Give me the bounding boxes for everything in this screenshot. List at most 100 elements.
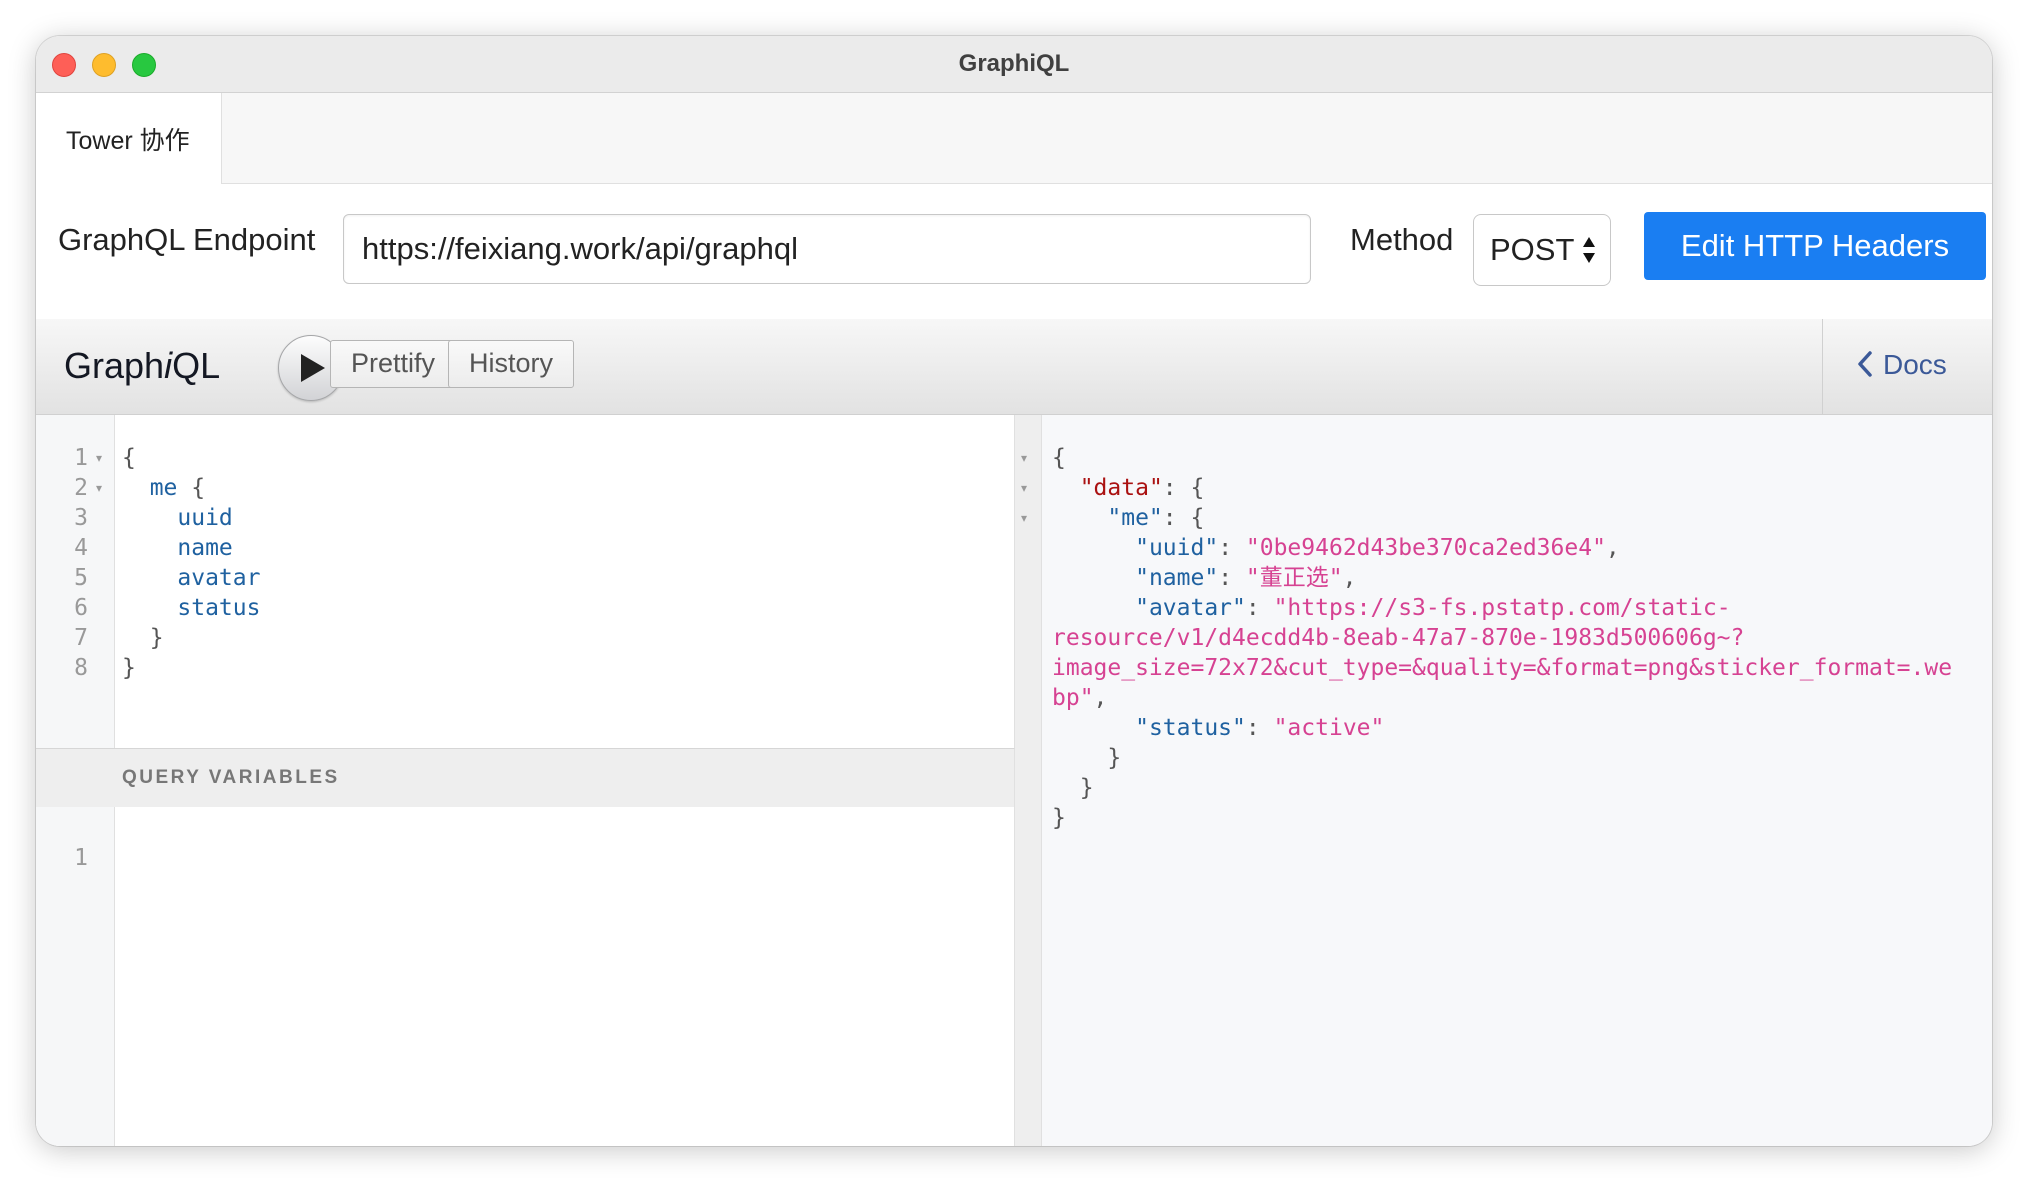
code-token: "status" <box>1135 715 1246 741</box>
code-token: , <box>1605 535 1620 561</box>
chevron-left-icon <box>1858 351 1872 377</box>
method-select[interactable]: POST <box>1473 214 1611 286</box>
code-token: "data" <box>1079 475 1163 501</box>
result-viewer: { "data": { "me": { "uuid": "0be9462d43b… <box>1042 415 1992 1146</box>
window-title: GraphiQL <box>958 50 1070 77</box>
code-token: : <box>1218 535 1246 561</box>
code-token: "me" <box>1107 505 1163 531</box>
code-token: bp" <box>1052 685 1094 711</box>
method-label: Method <box>1350 222 1454 257</box>
code-token: } <box>122 625 164 651</box>
code-token: : <box>1245 715 1274 741</box>
code-token: } <box>1052 775 1094 801</box>
code-token: : { <box>1162 505 1205 531</box>
line-number: 4 <box>74 535 88 561</box>
code-token: avatar <box>177 565 261 591</box>
query-editor-gutter: 1 2 3 4 5 6 7 8 ▾ ▾ <box>36 415 115 748</box>
method-value: POST <box>1490 232 1575 267</box>
code-token: } <box>1052 805 1066 831</box>
result-line: } <box>1052 743 1121 773</box>
code-token: "0be9462d43be370ca2ed36e4" <box>1245 535 1606 561</box>
fold-arrow-icon[interactable]: ▾ <box>96 473 102 503</box>
edit-http-headers-button[interactable]: Edit HTTP Headers <box>1644 212 1986 280</box>
code-token: "name" <box>1135 565 1219 591</box>
code-token: } <box>1052 745 1122 771</box>
code-token: me <box>149 475 178 501</box>
result-line: "avatar": "https://s3-fs.pstatp.com/stat… <box>1052 593 1730 623</box>
graphiql-logo: GraphiQL <box>64 345 220 387</box>
endpoint-url-input[interactable]: https://feixiang.work/api/graphql <box>343 214 1311 284</box>
prettify-button[interactable]: Prettify <box>330 340 457 388</box>
play-icon <box>301 354 325 382</box>
result-gutter: ▾ ▾ ▾ <box>1015 415 1042 1146</box>
title-bar: GraphiQL <box>36 36 1992 93</box>
code-line: avatar <box>122 563 260 593</box>
tab-tower[interactable]: Tower 协作 <box>36 93 222 184</box>
code-line: name <box>122 533 233 563</box>
history-button[interactable]: History <box>448 340 575 388</box>
result-line: "status": "active" <box>1052 713 1384 743</box>
code-token: "active" <box>1273 715 1385 741</box>
logo-text-italic: i <box>164 345 173 386</box>
graphiql-toolbar: GraphiQL Prettify History <box>36 319 1822 415</box>
select-arrows-icon <box>1583 237 1595 263</box>
code-token: } <box>122 655 136 681</box>
query-editor[interactable]: 1 2 3 4 5 6 7 8 ▾ ▾ { me { uuid name avatar statu… <box>36 415 1015 748</box>
code-token: name <box>177 535 233 561</box>
code-token: , <box>1342 565 1357 591</box>
line-number: 6 <box>74 595 88 621</box>
line-number: 1 <box>74 445 88 471</box>
code-token: : <box>1218 565 1246 591</box>
code-token: { <box>122 445 136 471</box>
code-line: me { <box>122 473 205 503</box>
code-token: { <box>1052 445 1066 471</box>
code-token: , <box>1093 685 1108 711</box>
result-line: resource/v1/d4ecdd4b-8eab-47a7-870e-1983… <box>1052 623 1744 653</box>
result-line: image_size=72x72&cut_type=&quality=&form… <box>1052 653 1952 683</box>
endpoint-row: GraphQL Endpoint https://feixiang.work/a… <box>36 184 1992 316</box>
code-line: } <box>122 653 136 683</box>
result-line: "data": { <box>1052 473 1205 503</box>
fold-arrow-icon[interactable]: ▾ <box>1021 443 1027 473</box>
code-line: { <box>122 443 136 473</box>
endpoint-label: GraphQL Endpoint <box>58 222 316 257</box>
code-token: uuid <box>177 505 233 531</box>
docs-toggle-area: Docs <box>1822 319 1992 415</box>
line-number: 8 <box>74 655 88 681</box>
result-line: bp", <box>1052 683 1107 713</box>
code-token: image_size=72x72&cut_type=&quality=&form… <box>1052 655 1953 681</box>
fold-arrow-icon[interactable]: ▾ <box>96 443 102 473</box>
fold-arrow-icon[interactable]: ▾ <box>1021 473 1027 503</box>
line-number: 7 <box>74 625 88 651</box>
line-number: 3 <box>74 505 88 531</box>
code-token: : { <box>1162 475 1205 501</box>
result-line: { <box>1052 443 1066 473</box>
code-token: status <box>177 595 261 621</box>
code-token: "董正选" <box>1245 565 1343 591</box>
result-line: } <box>1052 803 1066 833</box>
result-line: "me": { <box>1052 503 1204 533</box>
fold-arrow-icon[interactable]: ▾ <box>1021 503 1027 533</box>
code-token: "uuid" <box>1135 535 1219 561</box>
docs-button[interactable]: Docs <box>1857 349 1947 381</box>
code-token: "avatar" <box>1135 595 1246 621</box>
docs-label: Docs <box>1883 349 1947 380</box>
query-variables-editor[interactable]: 1 <box>36 807 1015 1146</box>
result-line: } <box>1052 773 1094 803</box>
line-number: 2 <box>74 475 88 501</box>
code-line: uuid <box>122 503 233 533</box>
line-number: 1 <box>74 845 88 871</box>
query-variables-header[interactable]: QUERY VARIABLES <box>36 748 1015 808</box>
result-line: "uuid": "0be9462d43be370ca2ed36e4", <box>1052 533 1620 563</box>
variables-editor-gutter: 1 <box>36 807 115 1146</box>
